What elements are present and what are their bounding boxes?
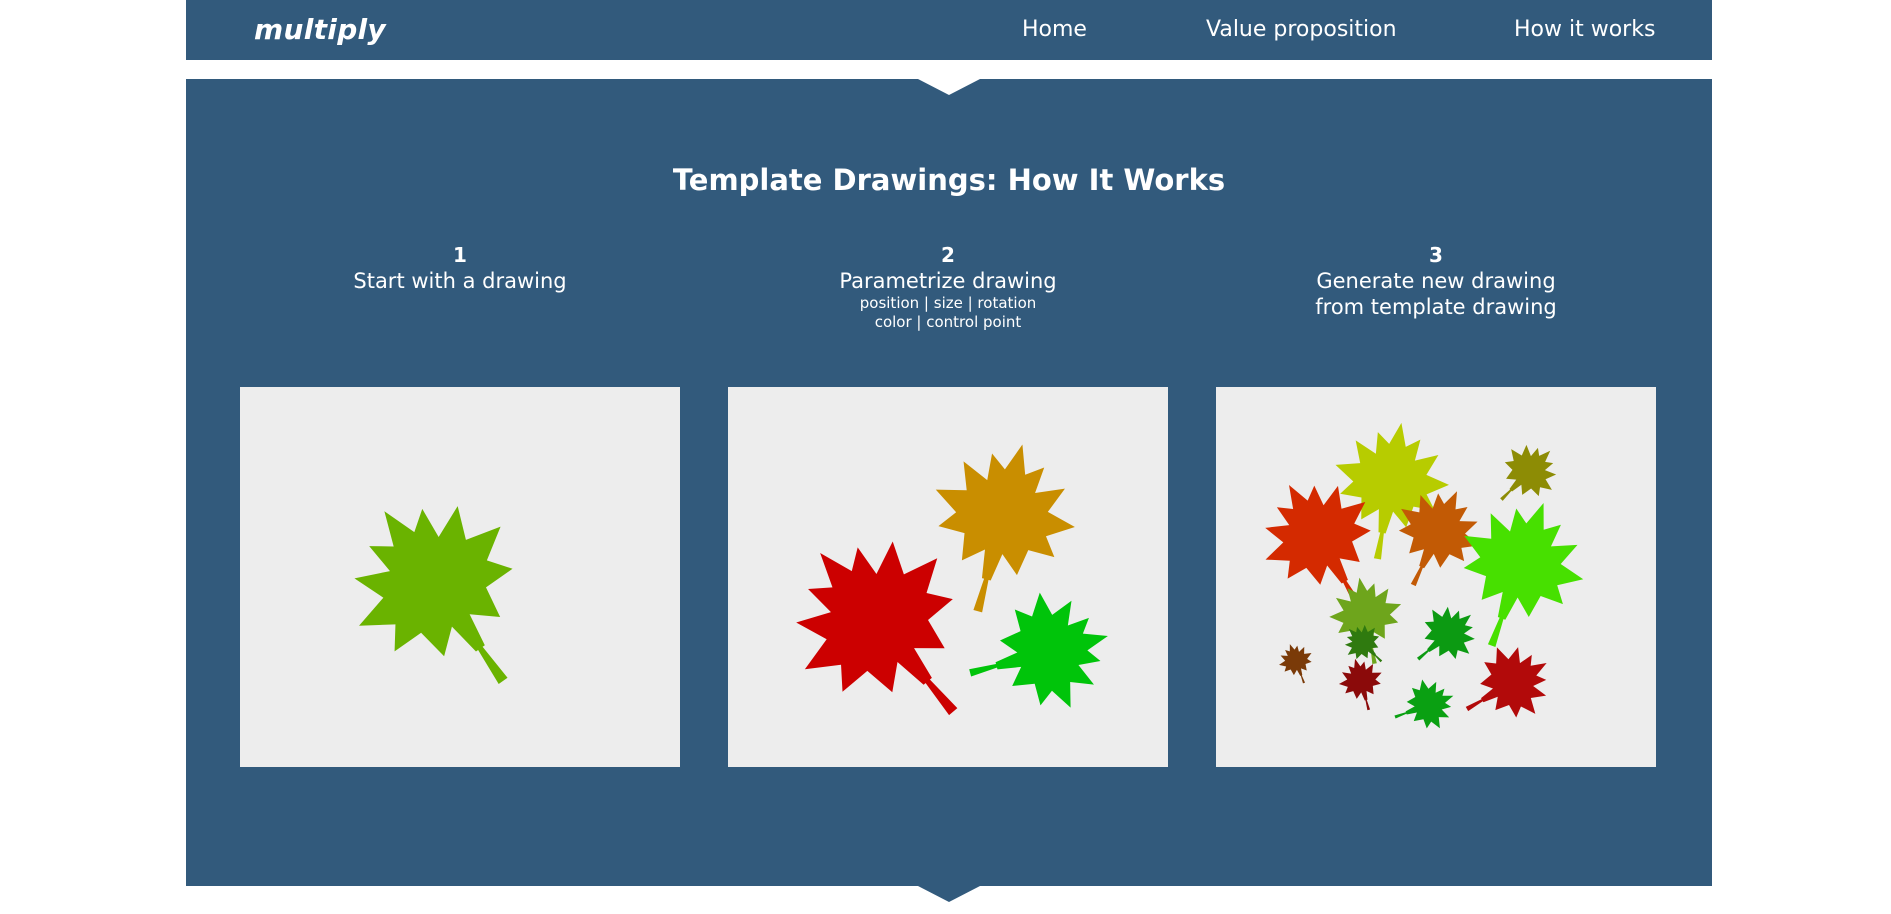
maple-leaf-icon — [1386, 671, 1463, 742]
brand-logo[interactable]: multiply — [254, 13, 386, 46]
section-notch-top — [918, 79, 980, 95]
maple-leaf-icon — [1333, 653, 1391, 716]
step-3: 3 Generate new drawing from template dra… — [1216, 242, 1656, 320]
top-navbar: multiply Home Value proposition How it w… — [186, 0, 1712, 60]
nav-link-home[interactable]: Home — [1022, 17, 1087, 42]
step-2-number: 2 — [941, 243, 955, 267]
drawing-panel-generated — [1216, 387, 1656, 767]
step-2: 2 Parametrize drawing position | size | … — [728, 242, 1168, 332]
maple-leaf-icon — [313, 461, 574, 731]
drawing-panel-parametrized — [728, 387, 1168, 767]
step-3-number: 3 — [1429, 243, 1443, 267]
step-1-number: 1 — [453, 243, 467, 267]
leaf-drawing-parametrized — [753, 425, 1124, 767]
step-2-title: Parametrize drawing — [839, 269, 1057, 293]
leaf-drawing-single — [313, 461, 574, 731]
maple-leaf-icon — [1481, 430, 1571, 520]
nav-link-how-it-works[interactable]: How it works — [1514, 17, 1655, 42]
step-1-title: Start with a drawing — [353, 269, 567, 293]
step-1: 1 Start with a drawing — [240, 242, 680, 294]
nav-link-value-proposition[interactable]: Value proposition — [1206, 17, 1397, 42]
maple-leaf-icon — [1399, 592, 1490, 682]
section-title: Template Drawings: How It Works — [672, 163, 1226, 197]
leaf-drawing-generated — [1239, 412, 1604, 743]
step-2-parameters: position | size | rotation color | contr… — [859, 294, 1037, 331]
step-3-title: Generate new drawing from template drawi… — [1315, 269, 1557, 319]
section-notch-bottom — [918, 886, 980, 902]
drawing-panel-start — [240, 387, 680, 767]
how-it-works-section: Template Drawings: How It Works 1 Start … — [186, 79, 1712, 902]
maple-leaf-icon — [1273, 638, 1321, 689]
